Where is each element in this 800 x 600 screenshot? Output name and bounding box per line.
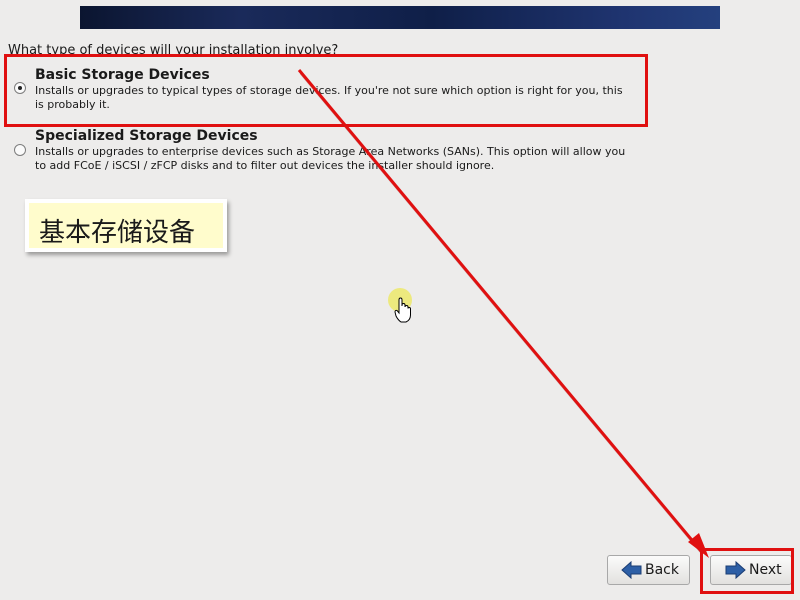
highlight-box-next: [700, 548, 794, 594]
header-banner: [80, 6, 720, 29]
callout-background: 基本存储设备: [29, 203, 223, 248]
arrow-left-icon: [621, 561, 642, 579]
highlight-box-basic-storage: [4, 54, 648, 127]
specialized-storage-radio[interactable]: [14, 144, 26, 156]
annotation-callout: 基本存储设备: [25, 199, 227, 252]
callout-text: 基本存储设备: [39, 218, 196, 248]
option-title[interactable]: Specialized Storage Devices: [35, 128, 258, 144]
back-button[interactable]: Back: [607, 555, 690, 585]
back-button-label[interactable]: Back: [645, 562, 679, 578]
hand-pointer-icon: [394, 297, 411, 323]
option-description: Installs or upgrades to enterprise devic…: [35, 145, 626, 172]
